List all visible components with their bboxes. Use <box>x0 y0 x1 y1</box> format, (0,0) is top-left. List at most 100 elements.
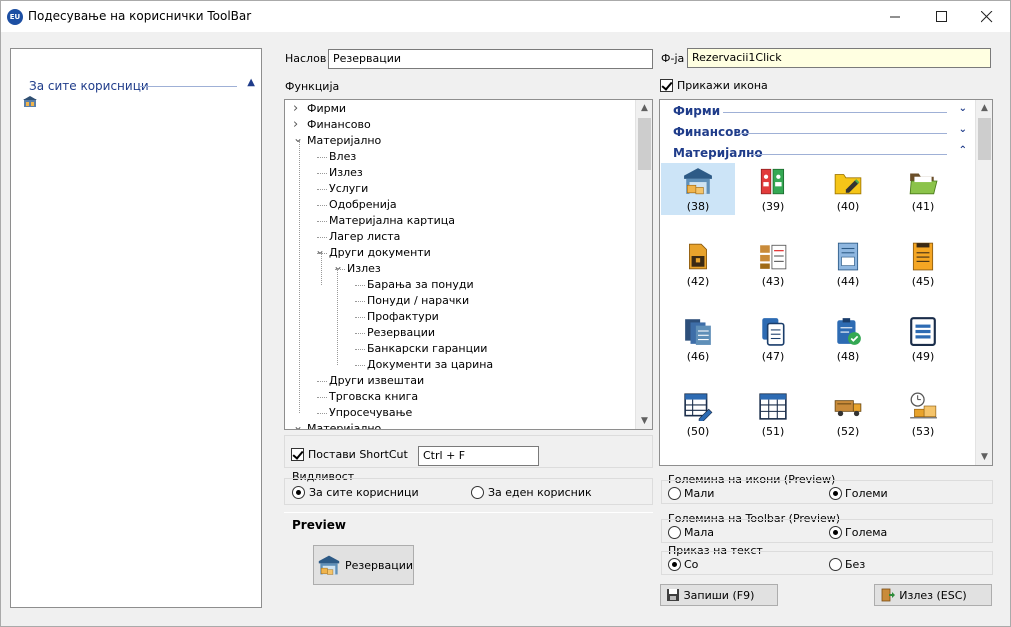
icon-number: (47) <box>761 350 785 363</box>
group-header-label: За сите корисници <box>29 79 149 93</box>
tree-guide-line <box>317 173 327 174</box>
shortcut-checkbox[interactable] <box>291 448 304 461</box>
icon-size-small-radio[interactable] <box>668 487 681 500</box>
maximize-icon <box>935 11 947 22</box>
chevron-up-icon[interactable]: ▲ <box>247 77 255 88</box>
folder-open-icon <box>909 173 938 195</box>
scroll-thumb[interactable] <box>638 118 651 170</box>
icon-option[interactable]: (38) <box>661 163 735 215</box>
chevron-up-icon[interactable]: ⌃ <box>959 145 967 156</box>
icon-option[interactable]: (47) <box>736 313 810 365</box>
icon-option[interactable]: (48) <box>811 313 885 365</box>
icon-category-header[interactable]: Материјално ⌃ <box>673 145 973 162</box>
icon-option[interactable]: (40) <box>811 163 885 215</box>
icon-option[interactable]: (42) <box>661 238 735 290</box>
toolbar-size-small-radio[interactable] <box>668 526 681 539</box>
icon-number: (51) <box>761 425 785 438</box>
binders-icon <box>760 168 785 195</box>
text-display-with-radio[interactable] <box>668 558 681 571</box>
scroll-up-icon[interactable]: ▲ <box>976 100 992 116</box>
tree-item-label: Профактури <box>367 310 439 323</box>
title-label: Наслов <box>285 52 327 65</box>
scroll-down-icon[interactable]: ▼ <box>976 449 992 465</box>
icon-option[interactable]: (53) <box>886 388 960 440</box>
tree-item-label: Банкарски гаранции <box>367 342 488 355</box>
tree-item-label: Финансово <box>307 118 371 131</box>
func-code-input[interactable]: Rezervacii1Click <box>687 48 991 68</box>
app-icon: EU <box>7 9 23 25</box>
icon-option[interactable]: (41) <box>886 163 960 215</box>
show-icon-checkbox[interactable] <box>660 79 673 92</box>
documents-stack-icon <box>685 319 711 345</box>
shortcut-input[interactable]: Ctrl + F <box>418 446 539 466</box>
clipboard-check-icon <box>837 318 861 345</box>
tree-item-label: Материјална картица <box>329 214 455 227</box>
title-input[interactable]: Резервации <box>328 49 653 69</box>
close-button[interactable] <box>964 1 1010 32</box>
icon-option[interactable]: (44) <box>811 238 885 290</box>
icon-option[interactable]: (43) <box>736 238 810 290</box>
scroll-thumb[interactable] <box>978 118 991 160</box>
warehouse-icon[interactable] <box>23 96 37 108</box>
save-button[interactable]: Запиши (F9) <box>660 584 778 606</box>
icon-option[interactable]: (51) <box>736 388 810 440</box>
maximize-button[interactable] <box>918 1 964 32</box>
func-code-label: Ф-ја <box>661 52 685 65</box>
preview-toolbar-button[interactable]: Резервации <box>313 545 414 585</box>
icon-option[interactable]: (45) <box>886 238 960 290</box>
tree-item-label: Излез <box>347 262 381 275</box>
copy-document-icon <box>762 318 785 346</box>
expanded-chevron-icon[interactable]: ⌄ <box>293 420 303 429</box>
dialog-window: EU Подесување на кориснички ToolBar За с… <box>0 0 1011 627</box>
toolbar-size-large-radio[interactable] <box>829 526 842 539</box>
exit-button[interactable]: Излез (ESC) <box>874 584 992 606</box>
tree-item-label: Фирми <box>307 102 347 115</box>
exit-button-label: Излез (ESC) <box>899 588 967 602</box>
tree-item-label: Излез <box>329 166 363 179</box>
icon-size-large-label: Големи <box>845 487 888 500</box>
tree-guide-line <box>317 157 327 158</box>
text-display-without-label: Без <box>845 558 866 571</box>
tree-item-label: Барања за понуди <box>367 278 474 291</box>
chevron-down-icon[interactable]: ⌄ <box>959 103 967 114</box>
group-header-line <box>139 86 237 87</box>
minimize-button[interactable] <box>872 1 918 32</box>
visibility-one-radio[interactable] <box>471 486 484 499</box>
icon-panel-scrollbar[interactable]: ▲ ▼ <box>975 100 992 465</box>
text-display-without-radio[interactable] <box>829 558 842 571</box>
toolbar-size-large-label: Голема <box>845 526 888 539</box>
toolbar-groups-panel: За сите корисници ▲ <box>10 48 262 608</box>
visibility-all-radio[interactable] <box>292 486 305 499</box>
tree-item-label: Влез <box>329 150 357 163</box>
visibility-one-label: За еден корисник <box>488 486 592 499</box>
close-icon <box>981 10 993 22</box>
tree-guide-line <box>355 317 365 318</box>
icon-option[interactable]: (49) <box>886 313 960 365</box>
icon-category-header[interactable]: Фирми ⌄ <box>673 103 973 120</box>
icon-number: (45) <box>911 275 935 288</box>
tree-scrollbar[interactable]: ▲ ▼ <box>635 100 652 429</box>
icon-size-large-radio[interactable] <box>829 487 842 500</box>
icon-option[interactable]: (46) <box>661 313 735 365</box>
group-header-all-users[interactable]: За сите корисници ▲ <box>29 77 257 93</box>
tree-guide-line <box>355 301 365 302</box>
tree-guide-line <box>317 205 327 206</box>
icon-number: (50) <box>686 425 710 438</box>
document-box-icon <box>689 243 707 270</box>
scroll-down-icon[interactable]: ▼ <box>636 413 652 429</box>
function-tree[interactable]: ▲ ▼ › Фирми › Финансово ⌄ Материјално Влез Изле… <box>284 99 653 430</box>
clipboard-boxes-icon <box>760 244 787 270</box>
chevron-down-icon[interactable]: ⌄ <box>959 124 967 135</box>
icon-category-header[interactable]: Финансово ⌄ <box>673 124 973 141</box>
icon-option[interactable]: (39) <box>736 163 810 215</box>
save-button-label: Запиши (F9) <box>683 588 755 602</box>
tree-guide-line <box>355 333 365 334</box>
icon-category-line <box>738 133 947 134</box>
icon-option[interactable]: (50) <box>661 388 735 440</box>
folder-edit-icon <box>834 174 862 195</box>
icon-option[interactable]: (52) <box>811 388 885 440</box>
scroll-up-icon[interactable]: ▲ <box>636 100 652 116</box>
tree-item-label: Материјално <box>307 134 382 147</box>
collapsed-chevron-icon[interactable]: › <box>293 101 298 117</box>
icon-number: (48) <box>836 350 860 363</box>
